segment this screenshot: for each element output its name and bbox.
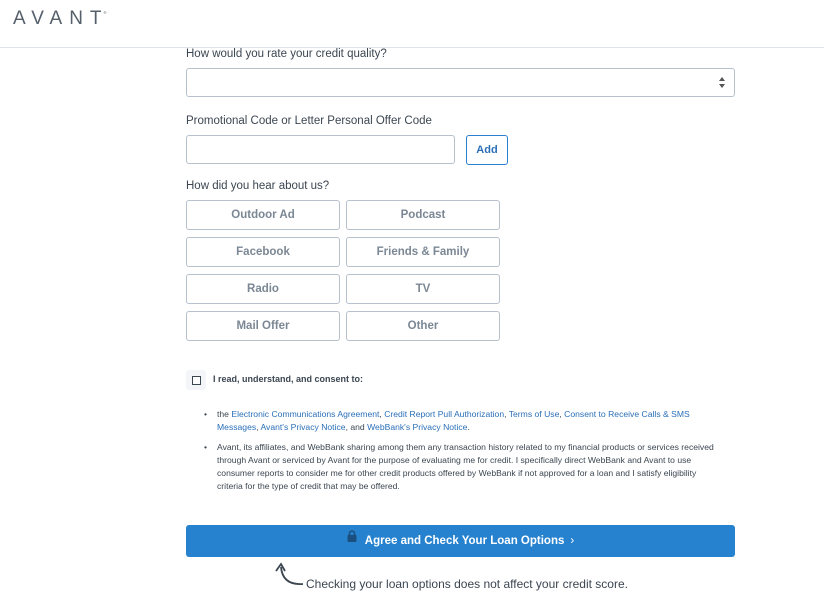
lock-icon: [347, 523, 357, 555]
add-promo-button[interactable]: Add: [466, 135, 508, 165]
referral-option-radio[interactable]: Radio: [186, 274, 340, 304]
referral-option-outdoor-ad[interactable]: Outdoor Ad: [186, 200, 340, 230]
promo-code-label: Promotional Code or Letter Personal Offe…: [186, 115, 432, 127]
consent-bullets: the Electronic Communications Agreement,…: [204, 408, 724, 500]
agree-check-loan-options-button[interactable]: Agree and Check Your Loan Options ›: [186, 525, 735, 557]
referral-option-facebook[interactable]: Facebook: [186, 237, 340, 267]
referral-option-mail-offer[interactable]: Mail Offer: [186, 311, 340, 341]
referral-option-tv[interactable]: TV: [346, 274, 500, 304]
consent-bullet-sharing: Avant, its affiliates, and WebBank shari…: [204, 441, 724, 494]
promo-code-input[interactable]: [186, 135, 455, 164]
link-webbank-privacy-notice[interactable]: WebBank's Privacy Notice: [367, 422, 467, 432]
logo-text: AVANT: [13, 8, 109, 29]
credit-quality-select[interactable]: [186, 68, 735, 97]
link-credit-report-pull-authorization[interactable]: Credit Report Pull Authorization: [384, 409, 504, 419]
referral-option-podcast[interactable]: Podcast: [346, 200, 500, 230]
link-terms-of-use[interactable]: Terms of Use: [509, 409, 560, 419]
link-electronic-communications-agreement[interactable]: Electronic Communications Agreement: [231, 409, 379, 419]
select-arrows-icon: [718, 77, 726, 89]
link-avant-privacy-notice[interactable]: Avant's Privacy Notice: [260, 422, 345, 432]
chevron-right-icon: ›: [570, 535, 575, 548]
referral-label: How did you hear about us?: [186, 180, 330, 192]
curved-arrow-icon: [275, 562, 305, 593]
consent-bullet-documents: the Electronic Communications Agreement,…: [204, 408, 724, 435]
credit-quality-label: How would you rate your credit quality?: [186, 48, 387, 60]
consent-checkbox[interactable]: [192, 376, 201, 385]
consent-label[interactable]: I read, understand, and consent to:: [213, 374, 363, 384]
credit-score-note: Checking your loan options does not affe…: [306, 577, 628, 591]
header: AVANT®: [0, 0, 824, 48]
referral-option-friends-family[interactable]: Friends & Family: [346, 237, 500, 267]
consent-checkbox-wrap[interactable]: [186, 370, 206, 390]
cta-label: Agree and Check Your Loan Options: [364, 535, 565, 548]
avant-logo[interactable]: AVANT®: [13, 8, 111, 30]
referral-option-other[interactable]: Other: [346, 311, 500, 341]
